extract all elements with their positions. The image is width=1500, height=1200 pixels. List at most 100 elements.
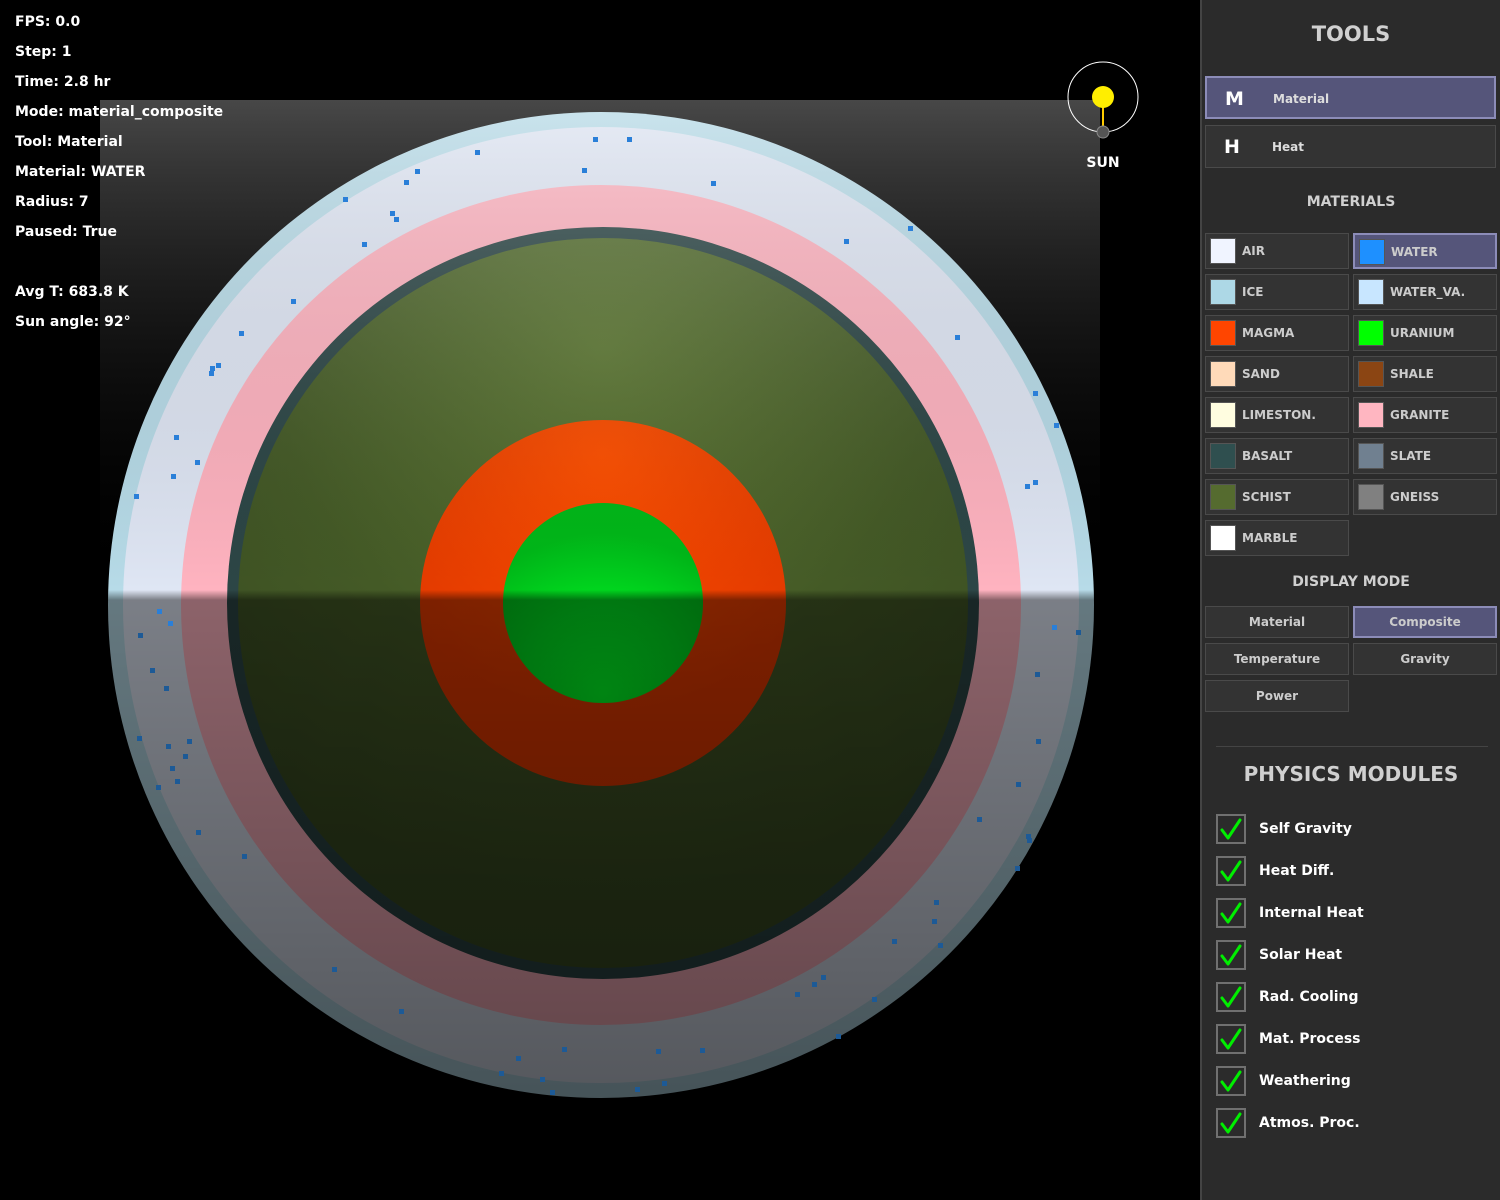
material-label: MARBLE [1242, 531, 1298, 545]
material-button-uranium[interactable]: URANIUM [1353, 315, 1497, 351]
display-mode-material-button[interactable]: Material [1205, 606, 1349, 638]
material-button-shale[interactable]: SHALE [1353, 356, 1497, 392]
tool-material-button[interactable]: M Material [1205, 76, 1496, 119]
physics-modules-heading: PHYSICS MODULES [1243, 762, 1459, 786]
material-label: URANIUM [1390, 326, 1455, 340]
module-toggle-heat-diff[interactable]: Heat Diff. [1216, 856, 1486, 888]
checkmark-icon [1220, 986, 1242, 1008]
checkmark-icon [1220, 944, 1242, 966]
material-swatch [1210, 525, 1236, 551]
material-button-ice[interactable]: ICE [1205, 274, 1349, 310]
display-mode-power-button[interactable]: Power [1205, 680, 1349, 712]
material-swatch [1210, 279, 1236, 305]
material-label: GNEISS [1390, 490, 1440, 504]
tools-heading: TOOLS [1311, 22, 1391, 46]
hud-overlay: FPS: 0.0 Step: 1 Time: 2.8 hr Mode: mate… [15, 12, 223, 342]
material-button-air[interactable]: AIR [1205, 233, 1349, 269]
display-mode-gravity-button[interactable]: Gravity [1353, 643, 1497, 675]
material-button-sand[interactable]: SAND [1205, 356, 1349, 392]
materials-heading: MATERIALS [1306, 194, 1396, 210]
planet[interactable] [100, 100, 1100, 1100]
material-button-slate[interactable]: SLATE [1353, 438, 1497, 474]
material-button-gneiss[interactable]: GNEISS [1353, 479, 1497, 515]
material-button-granite[interactable]: GRANITE [1353, 397, 1497, 433]
hud-spacer [15, 252, 223, 282]
material-swatch [1210, 402, 1236, 428]
sun-dial [1067, 61, 1139, 139]
module-label: Heat Diff. [1259, 863, 1335, 879]
module-toggle-rad-cooling[interactable]: Rad. Cooling [1216, 982, 1486, 1014]
module-toggle-self-gravity[interactable]: Self Gravity [1216, 814, 1486, 846]
material-label: SCHIST [1242, 490, 1291, 504]
material-swatch [1359, 239, 1385, 265]
tool-label: Heat [1272, 140, 1305, 154]
material-label: WATER_VA. [1390, 285, 1466, 299]
module-checkbox[interactable] [1216, 1066, 1246, 1096]
material-swatch [1358, 402, 1384, 428]
material-label: ICE [1242, 285, 1264, 299]
material-button-marble[interactable]: MARBLE [1205, 520, 1349, 556]
module-toggle-atmos-proc[interactable]: Atmos. Proc. [1216, 1108, 1486, 1140]
module-label: Self Gravity [1259, 821, 1352, 837]
module-checkbox[interactable] [1216, 814, 1246, 844]
material-button-limeston[interactable]: LIMESTON. [1205, 397, 1349, 433]
checkmark-icon [1220, 1070, 1242, 1092]
material-label: SAND [1242, 367, 1280, 381]
material-button-water[interactable]: WATER [1353, 233, 1497, 269]
material-label: LIMESTON. [1242, 408, 1316, 422]
display-mode-temperature-button[interactable]: Temperature [1205, 643, 1349, 675]
material-swatch [1210, 361, 1236, 387]
material-swatch [1358, 361, 1384, 387]
checkmark-icon [1220, 902, 1242, 924]
module-toggle-weathering[interactable]: Weathering [1216, 1066, 1486, 1098]
module-toggle-mat-process[interactable]: Mat. Process [1216, 1024, 1486, 1056]
material-readout: Material: WATER [15, 164, 146, 180]
sun-label: SUN [1086, 155, 1120, 171]
fps-readout: FPS: 0.0 [15, 14, 81, 30]
tool-key: H [1224, 136, 1240, 158]
material-button-water-va[interactable]: WATER_VA. [1353, 274, 1497, 310]
control-panel: TOOLS M Material H Heat MATERIALS AIR WAT… [1200, 0, 1500, 1200]
module-toggle-solar-heat[interactable]: Solar Heat [1216, 940, 1486, 972]
module-toggle-internal-heat[interactable]: Internal Heat [1216, 898, 1486, 930]
tool-heat-button[interactable]: H Heat [1205, 125, 1496, 168]
radius-readout: Radius: 7 [15, 194, 89, 210]
tool-key: M [1225, 88, 1244, 110]
material-swatch [1210, 443, 1236, 469]
tool-label: Material [1273, 92, 1330, 106]
simulation-viewport[interactable]: FPS: 0.0 Step: 1 Time: 2.8 hr Mode: mate… [0, 0, 1200, 1200]
mode-readout: Mode: material_composite [15, 104, 224, 120]
material-label: BASALT [1242, 449, 1293, 463]
material-label: SHALE [1390, 367, 1434, 381]
module-checkbox[interactable] [1216, 1024, 1246, 1054]
material-button-magma[interactable]: MAGMA [1205, 315, 1349, 351]
module-checkbox[interactable] [1216, 940, 1246, 970]
step-readout: Step: 1 [15, 44, 72, 60]
material-label: SLATE [1390, 449, 1432, 463]
material-label: AIR [1242, 244, 1265, 258]
material-button-basalt[interactable]: BASALT [1205, 438, 1349, 474]
module-checkbox[interactable] [1216, 1108, 1246, 1138]
checkmark-icon [1220, 1112, 1242, 1134]
planet-dot-icon [1096, 125, 1110, 139]
material-swatch [1210, 484, 1236, 510]
material-label: MAGMA [1242, 326, 1295, 340]
module-label: Internal Heat [1259, 905, 1364, 921]
module-checkbox[interactable] [1216, 982, 1246, 1012]
sun-icon [1092, 86, 1114, 108]
material-label: WATER [1391, 245, 1438, 259]
material-swatch [1358, 279, 1384, 305]
sun-indicator: SUN [1066, 60, 1140, 180]
material-label: GRANITE [1390, 408, 1450, 422]
checkmark-icon [1220, 818, 1242, 840]
module-checkbox[interactable] [1216, 856, 1246, 886]
material-button-schist[interactable]: SCHIST [1205, 479, 1349, 515]
display-mode-heading: DISPLAY MODE [1292, 574, 1410, 590]
divider [1216, 746, 1488, 747]
module-checkbox[interactable] [1216, 898, 1246, 928]
module-label: Mat. Process [1259, 1031, 1361, 1047]
display-mode-composite-button[interactable]: Composite [1353, 606, 1497, 638]
module-label: Solar Heat [1259, 947, 1343, 963]
material-swatch [1358, 443, 1384, 469]
paused-readout: Paused: True [15, 224, 117, 240]
